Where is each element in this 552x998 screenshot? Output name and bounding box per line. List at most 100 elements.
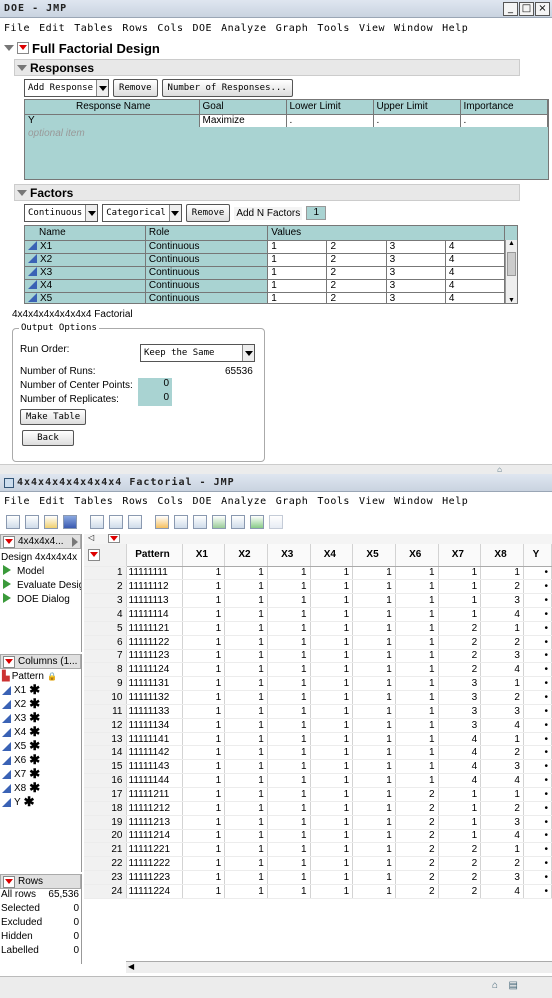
table-cell[interactable]: 1 [267,759,311,775]
table-cell[interactable]: 1 [352,759,396,775]
table-cell[interactable]: • [523,566,552,581]
home-icon[interactable]: ⌂ [497,465,502,474]
menu-item-cols[interactable]: Cols [157,496,183,507]
table-cell[interactable]: • [523,662,552,678]
table-cell[interactable]: 11111122 [126,635,183,650]
table-cell[interactable]: 11111211 [126,787,183,802]
table-cell[interactable]: 1 [352,635,396,650]
table-cell[interactable]: 1 [224,856,268,872]
factors-header[interactable]: Factors [14,184,520,201]
table-cell[interactable]: • [523,815,552,830]
table-cell[interactable]: 11111142 [126,745,183,761]
table-cell[interactable]: 2 [395,842,439,858]
table-cell[interactable]: 1 [438,801,482,816]
table-cell[interactable]: 1 [224,676,268,692]
table-row[interactable]: 15 11111143 1 1 1 1 1 1 4 3 • [84,759,552,775]
table-row[interactable]: 19 11111213 1 1 1 1 1 2 1 3 • [84,815,552,830]
table-cell[interactable]: 1 [395,579,439,595]
table-cell[interactable]: 1 [224,649,268,664]
table-cell[interactable]: 1 [352,593,396,609]
table-cell[interactable]: 1 [352,829,396,844]
red-triangle-icon[interactable] [88,548,100,561]
row-number[interactable]: 17 [84,787,127,802]
cut-icon[interactable] [90,515,104,529]
column-header-x1[interactable]: X1 [182,544,226,567]
window-list-icon[interactable]: ▤ [509,980,518,991]
factor-row[interactable]: X4 Continuous 1 2 3 4 [25,279,506,292]
table-row[interactable]: 18 11111212 1 1 1 1 1 2 1 2 • [84,801,552,816]
table-cell[interactable]: 1 [395,732,439,747]
factor-value-cell[interactable]: 1 [267,253,328,266]
table-cell[interactable]: 1 [395,745,439,761]
table-cell[interactable]: 3 [480,759,524,775]
table-cell[interactable]: 1 [224,718,268,733]
factor-value-cell[interactable]: 2 [326,240,387,253]
table-cell[interactable]: 1 [352,856,396,872]
factor-value-cell[interactable]: 3 [386,266,446,279]
table-cell[interactable]: 1 [310,732,354,747]
factor-value-cell[interactable]: 4 [445,253,506,266]
factor-value-cell[interactable]: 3 [386,292,446,303]
table-cell[interactable]: 1 [267,870,311,885]
table-cell[interactable]: 4 [480,662,524,678]
table-cell[interactable]: 1 [224,635,268,650]
table-cell[interactable]: 11111112 [126,579,183,595]
factor-name-cell[interactable]: X1 [25,240,146,253]
table-cell[interactable]: 1 [310,649,354,664]
factor-row[interactable]: X2 Continuous 1 2 3 4 [25,253,506,266]
table-cell[interactable]: 1 [267,662,311,678]
table-cell[interactable]: 2 [480,745,524,761]
table-cell[interactable]: 1 [267,593,311,609]
menu-item-help[interactable]: Help [442,23,468,34]
table-cell[interactable]: 2 [395,829,439,844]
menu-item-doe[interactable]: DOE [193,23,213,34]
row-number[interactable]: 18 [84,801,127,816]
table-cell[interactable]: 1 [267,579,311,595]
table-cell[interactable]: 1 [310,787,354,802]
continuous-dropdown[interactable]: Continuous [24,204,99,222]
menu-item-graph[interactable]: Graph [276,23,309,34]
table-cell[interactable]: • [523,745,552,761]
table-cell[interactable]: 3 [438,690,482,705]
table-cell[interactable]: 1 [352,787,396,802]
copy-icon[interactable] [109,515,123,529]
row-number[interactable]: 16 [84,773,127,788]
table-cell[interactable]: 2 [395,801,439,816]
table-cell[interactable]: 1 [395,566,439,581]
table-cell[interactable]: 4 [480,829,524,844]
table-cell[interactable]: 3 [480,815,524,830]
table-cell[interactable]: 1 [224,829,268,844]
table-cell[interactable]: 2 [480,690,524,705]
menu-item-tables[interactable]: Tables [74,496,113,507]
collapse-left-icon[interactable]: ◁ [88,533,94,542]
menu-item-tables[interactable]: Tables [74,23,113,34]
table-row[interactable]: 4 11111114 1 1 1 1 1 1 1 4 • [84,607,552,622]
table-cell[interactable]: 1 [182,842,226,858]
table-cell[interactable]: 11111111 [126,566,183,581]
red-triangle-icon[interactable] [3,655,15,668]
table-cell[interactable]: 1 [310,856,354,872]
table-cell[interactable]: 11111224 [126,884,183,899]
factor-value-cell[interactable]: 4 [445,266,506,279]
table-cell[interactable]: 1 [395,676,439,692]
table-cell[interactable]: • [523,718,552,733]
table-cell[interactable]: 1 [267,718,311,733]
table-cell[interactable]: 1 [438,579,482,595]
table-cell[interactable]: 3 [480,704,524,719]
home-icon[interactable]: ⌂ [492,980,498,991]
table-cell[interactable]: 2 [395,815,439,830]
table-cell[interactable]: 1 [480,621,524,636]
table-cell[interactable]: 11111132 [126,690,183,705]
table-cell[interactable]: • [523,842,552,858]
table-cell[interactable]: 1 [182,801,226,816]
table-cell[interactable]: 2 [438,856,482,872]
table-cell[interactable]: 1 [267,621,311,636]
table-cell[interactable]: 1 [438,607,482,622]
column-item-x1[interactable]: X1 ✱ [0,682,81,697]
table-cell[interactable]: 1 [310,579,354,595]
table-cell[interactable]: • [523,801,552,816]
factor-role-cell[interactable]: Continuous [145,253,269,266]
factor-value-cell[interactable]: 1 [267,266,328,279]
expand-icon[interactable] [72,536,78,547]
column-item-x8[interactable]: X8 ✱ [0,780,81,795]
